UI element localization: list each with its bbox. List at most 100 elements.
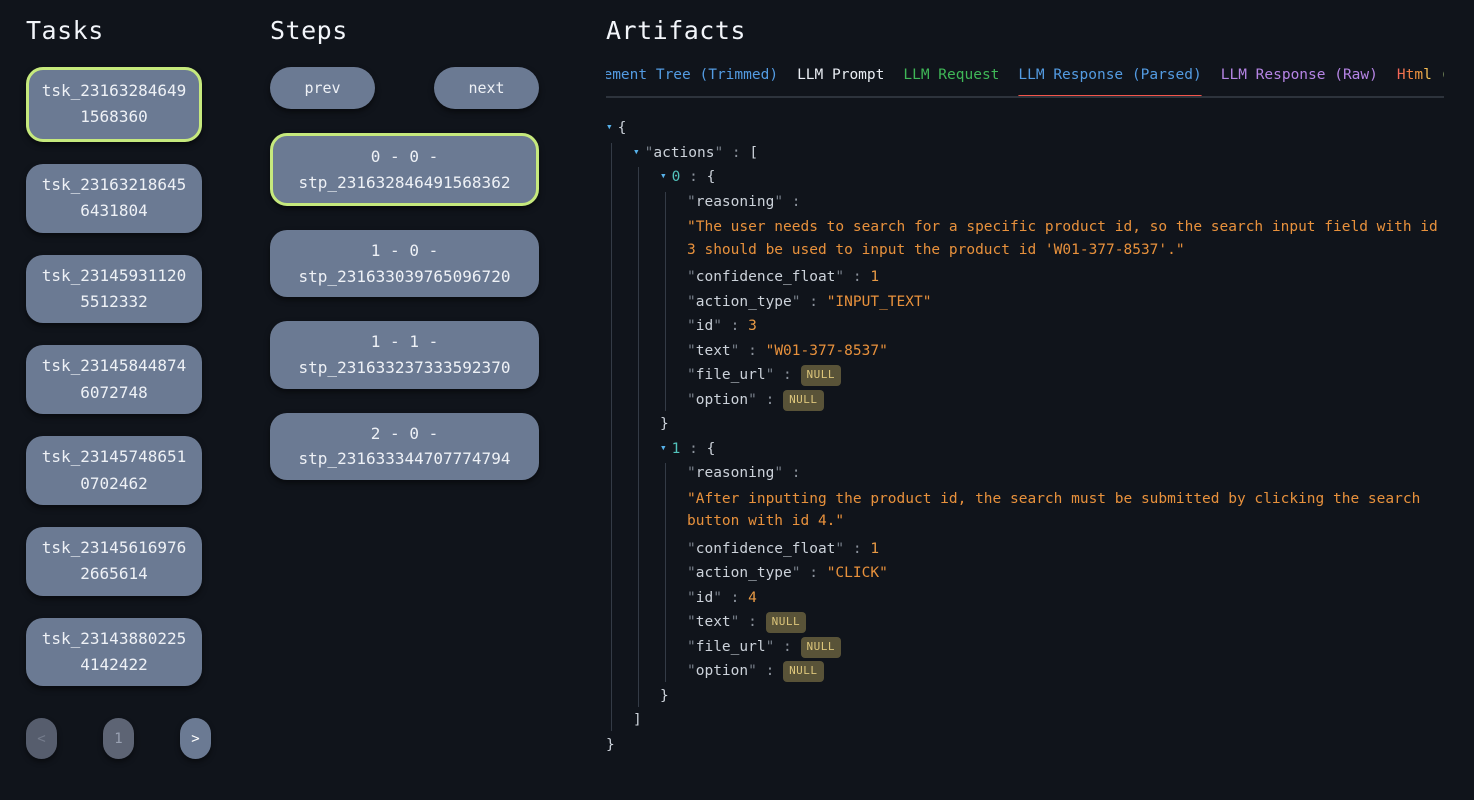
json-key: "confidence_float" <box>687 269 844 285</box>
task-button[interactable]: tsk_231632186456431804 <box>26 164 202 233</box>
json-row: "reasoning" : <box>687 463 1444 484</box>
json-key: "option" <box>687 392 757 408</box>
step-button[interactable]: 1 - 0 - stp_231633039765096720 <box>270 230 539 297</box>
steps-panel: Steps prev next 0 - 0 - stp_231632846491… <box>270 14 539 800</box>
json-node: "id" : 4 <box>687 588 1444 609</box>
json-node: "file_url" : NULL <box>687 365 1444 386</box>
json-string-value: "The user needs to search for a specific… <box>687 216 1439 261</box>
task-button[interactable]: tsk_231438802254142422 <box>26 618 202 687</box>
json-key: "reasoning" <box>687 465 783 481</box>
json-string-value: "After inputting the product id, the sea… <box>687 488 1439 533</box>
null-badge: NULL <box>801 637 842 658</box>
tab-element-tree-trimmed[interactable]: Element Tree (Trimmed) <box>606 67 778 96</box>
json-node: ▾0 : {"reasoning" :"The user needs to se… <box>660 167 1444 435</box>
prev-step-button[interactable]: prev <box>270 67 375 109</box>
json-node: ▾{▾"actions" : [▾0 : {"reasoning" :"The … <box>606 118 1444 756</box>
task-button[interactable]: tsk_231456169762665614 <box>26 527 202 596</box>
json-node: "action_type" : "INPUT_TEXT" <box>687 292 1444 313</box>
tab-llm-request[interactable]: LLM Request <box>903 67 999 96</box>
json-key: "option" <box>687 663 757 679</box>
json-number-value: 3 <box>748 318 757 334</box>
json-key: "action_type" <box>687 294 801 310</box>
json-close-bracket: } <box>606 735 1444 756</box>
json-node: "text" : NULL <box>687 612 1444 633</box>
json-node: "confidence_float" : 1 <box>687 539 1444 560</box>
json-node: "id" : 3 <box>687 316 1444 337</box>
json-row: "id" : 3 <box>687 316 1444 337</box>
json-node: "option" : NULL <box>687 661 1444 682</box>
json-string-value: "W01-377-8537" <box>766 343 888 359</box>
json-key: "text" <box>687 343 739 359</box>
task-button[interactable]: tsk_231459311205512332 <box>26 255 202 324</box>
tab-llm-response-raw[interactable]: LLM Response (Raw) <box>1221 67 1378 96</box>
collapse-toggle-icon[interactable]: ▾ <box>660 440 667 456</box>
steps-title: Steps <box>270 16 539 45</box>
json-node: "action_type" : "CLICK" <box>687 563 1444 584</box>
json-key: "id" <box>687 590 722 606</box>
json-row: "option" : NULL <box>687 390 1444 411</box>
json-key: "text" <box>687 614 739 630</box>
next-step-button[interactable]: next <box>434 67 539 109</box>
tasks-pagination: < 1 > <box>26 718 211 759</box>
json-row: "reasoning" : <box>687 192 1444 213</box>
pagination-prev-button[interactable]: < <box>26 718 57 759</box>
json-key: "action_type" <box>687 565 801 581</box>
pagination-next-button[interactable]: > <box>180 718 211 759</box>
tab-strip: Element Tree (Trimmed) LLM Prompt LLM Requ… <box>606 67 1444 96</box>
json-row: "action_type" : "INPUT_TEXT" <box>687 292 1444 313</box>
json-row: "option" : NULL <box>687 661 1444 682</box>
tasks-panel: Tasks tsk_231632846491568360 tsk_23163218… <box>26 14 202 800</box>
json-row: "text" : NULL <box>687 612 1444 633</box>
json-key: "confidence_float" <box>687 541 844 557</box>
json-node: "reasoning" : "The user needs to search f… <box>687 192 1444 261</box>
step-button[interactable]: 0 - 0 - stp_231632846491568362 <box>270 133 539 206</box>
collapse-toggle-icon[interactable]: ▾ <box>633 144 640 160</box>
json-row: "confidence_float" : 1 <box>687 267 1444 288</box>
json-key: "file_url" <box>687 367 774 383</box>
json-string-value: "INPUT_TEXT" <box>827 294 932 310</box>
null-badge: NULL <box>766 612 807 633</box>
tasks-title: Tasks <box>26 16 202 45</box>
json-row: "file_url" : NULL <box>687 365 1444 386</box>
step-list: 0 - 0 - stp_231632846491568362 1 - 0 - st… <box>270 133 539 480</box>
artifacts-panel: Artifacts Element Tree (Trimmed) LLM Prom… <box>606 14 1444 800</box>
json-row: "confidence_float" : 1 <box>687 539 1444 560</box>
tab-html-raw[interactable]: Html (Raw) <box>1397 67 1444 96</box>
json-number-value: 1 <box>870 269 879 285</box>
json-row: ▾"actions" : [ <box>633 143 1444 164</box>
collapse-toggle-icon[interactable]: ▾ <box>606 119 613 135</box>
json-node: "file_url" : NULL <box>687 637 1444 658</box>
json-close-bracket: ] <box>633 710 1444 731</box>
json-tree-viewer: ▾{▾"actions" : [▾0 : {"reasoning" :"The … <box>606 118 1444 756</box>
step-button[interactable]: 1 - 1 - stp_231633237333592370 <box>270 321 539 388</box>
task-button[interactable]: tsk_231458448746072748 <box>26 345 202 414</box>
json-node: "text" : "W01-377-8537" <box>687 341 1444 362</box>
json-node: ▾1 : {"reasoning" :"After inputting the … <box>660 439 1444 707</box>
json-string-value: "CLICK" <box>827 565 888 581</box>
json-node: "reasoning" : "After inputting the produc… <box>687 463 1444 532</box>
tab-bar: Element Tree (Trimmed) LLM Prompt LLM Requ… <box>606 67 1444 98</box>
tab-llm-response-parsed[interactable]: LLM Response (Parsed) <box>1018 67 1201 96</box>
tab-llm-prompt[interactable]: LLM Prompt <box>797 67 884 96</box>
json-key: "actions" <box>645 145 724 161</box>
pagination-page-button[interactable]: 1 <box>103 718 134 759</box>
json-row: "text" : "W01-377-8537" <box>687 341 1444 362</box>
task-button[interactable]: tsk_231457486510702462 <box>26 436 202 505</box>
json-row: "file_url" : NULL <box>687 637 1444 658</box>
artifacts-title: Artifacts <box>606 16 1444 45</box>
json-number-value: 4 <box>748 590 757 606</box>
json-node: "confidence_float" : 1 <box>687 267 1444 288</box>
json-row: "id" : 4 <box>687 588 1444 609</box>
json-key: "file_url" <box>687 639 774 655</box>
json-node: "option" : NULL <box>687 390 1444 411</box>
collapse-toggle-icon[interactable]: ▾ <box>660 168 667 184</box>
task-button[interactable]: tsk_231632846491568360 <box>26 67 202 142</box>
json-key: "id" <box>687 318 722 334</box>
json-key: "reasoning" <box>687 194 783 210</box>
json-row: "action_type" : "CLICK" <box>687 563 1444 584</box>
null-badge: NULL <box>801 365 842 386</box>
json-row: ▾{ <box>606 118 1444 139</box>
null-badge: NULL <box>783 661 824 682</box>
json-node: ▾"actions" : [▾0 : {"reasoning" :"The us… <box>633 143 1444 732</box>
step-button[interactable]: 2 - 0 - stp_231633344707774794 <box>270 413 539 480</box>
